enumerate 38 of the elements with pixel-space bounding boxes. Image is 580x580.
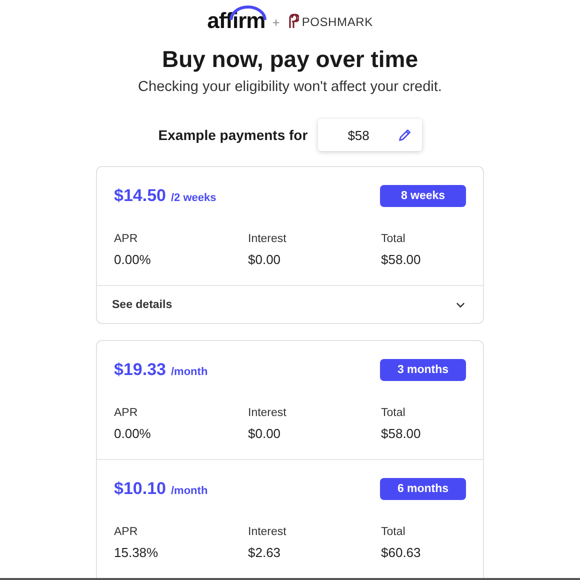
payment-amount: $19.33 [114,360,166,380]
term-badge: 8 weeks [380,185,466,207]
stat-value: $60.63 [381,545,422,560]
stat-label: Total [381,526,406,538]
page-title: Buy now, pay over time [162,45,418,73]
see-details-label: See details [112,298,172,310]
partner-logo-icon [286,13,299,29]
stat-value: $58.00 [381,252,422,267]
term-badge: 3 months [380,359,466,381]
stat-label: Total [381,407,406,419]
term-badge: 6 months [380,478,466,500]
see-details-row[interactable]: See details [97,285,483,323]
stat-value: 15.38% [114,545,160,560]
brand-logo: affirm [207,5,266,33]
stat-label: Interest [248,407,288,419]
amount-field[interactable]: $58 [318,119,422,151]
payment-amount: $10.10 [114,479,166,499]
payment-period: /month [171,485,208,497]
subtitle: Checking your eligibility won't affect your credit. [138,79,442,95]
payment-period: /2 weeks [171,192,216,204]
stat-value: $2.63 [248,545,282,560]
amount-label: Example payments for [158,127,308,143]
stat-label: Interest [248,526,288,538]
partner-name: POSHMARK [302,15,373,29]
stat-value: $58.00 [381,426,422,441]
stat-label: APR [114,526,139,538]
stat-value: 0.00% [114,426,152,441]
stat-label: APR [114,233,139,245]
stat-value: $0.00 [248,252,282,267]
stat-label: Interest [248,233,288,245]
stat-label: Total [381,233,406,245]
pencil-icon [398,128,412,142]
stat-value: $0.00 [248,426,282,441]
payment-amount: $14.50 [114,186,166,206]
stat-value: 0.00% [114,252,152,267]
stat-label: APR [114,407,139,419]
payment-period: /month [171,366,208,378]
plus-sign: + [272,15,280,30]
